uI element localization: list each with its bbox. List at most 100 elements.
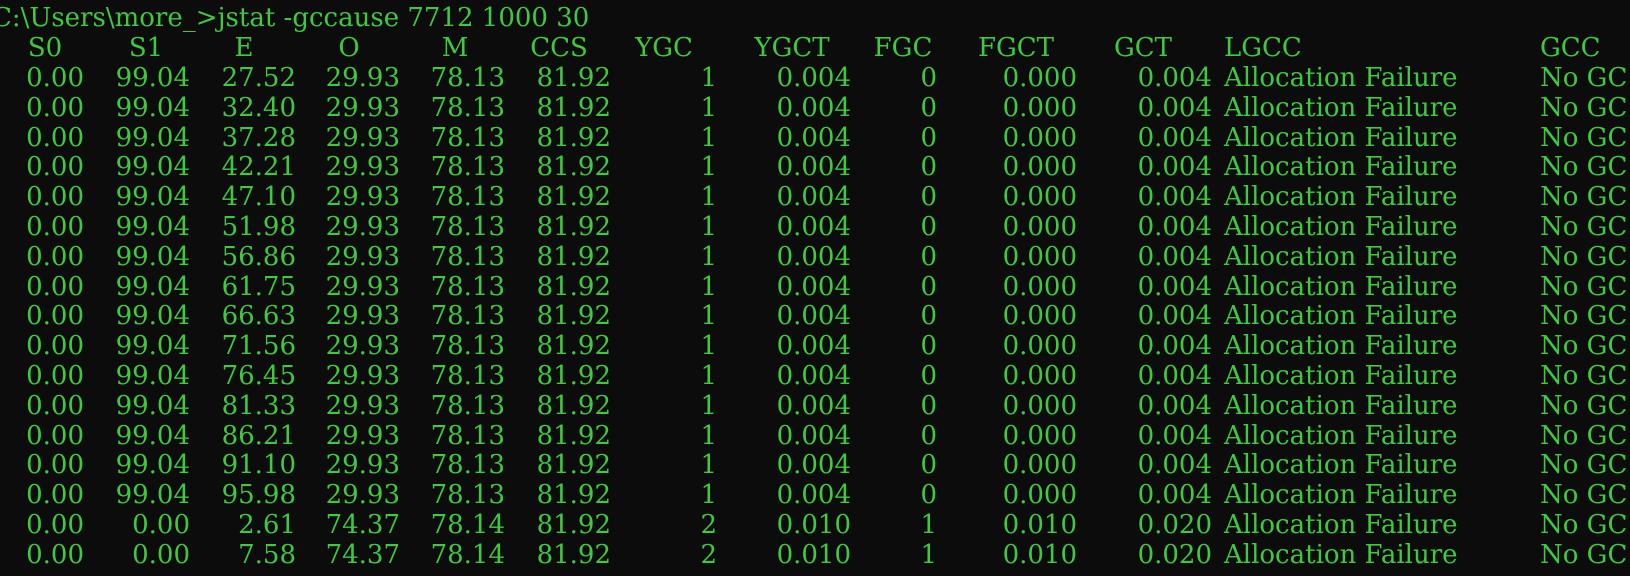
cell-s0: 0.00 bbox=[26, 539, 84, 570]
cell-s1: 99.04 bbox=[115, 241, 190, 272]
cell-fgct: 0.000 bbox=[1002, 301, 1077, 332]
cell-gcc: No GC bbox=[1540, 122, 1628, 153]
cell-ccs: 81.92 bbox=[536, 480, 611, 511]
cell-s0: 0.00 bbox=[26, 301, 84, 332]
cell-e: 32.40 bbox=[221, 92, 296, 123]
cell-s0: 0.00 bbox=[26, 480, 84, 511]
terminal-window[interactable]: C:\Users\more_>jstat -gccause 7712 1000 … bbox=[0, 0, 1630, 576]
cell-ccs: 81.92 bbox=[536, 510, 611, 540]
cell-e: 76.45 bbox=[221, 361, 296, 391]
cell-m: 78.13 bbox=[430, 92, 505, 123]
cell-e: 81.33 bbox=[221, 390, 296, 421]
cell-ygc: 1 bbox=[700, 301, 717, 332]
cell-o: 74.37 bbox=[325, 510, 400, 540]
cell-m: 78.13 bbox=[430, 480, 505, 511]
cell-o: 29.93 bbox=[325, 420, 400, 451]
cell-e: 47.10 bbox=[221, 182, 296, 213]
cell-lgcc: Allocation Failure bbox=[1224, 212, 1458, 242]
cell-ygc: 2 bbox=[700, 539, 717, 570]
cell-gct: 0.004 bbox=[1137, 361, 1212, 391]
cell-ccs: 81.92 bbox=[536, 122, 611, 153]
cell-s0: 0.00 bbox=[26, 122, 84, 153]
cell-s1: 99.04 bbox=[115, 301, 190, 332]
cell-s0: 0.00 bbox=[26, 241, 84, 272]
cell-ygct: 0.004 bbox=[776, 63, 851, 93]
cell-o: 29.93 bbox=[325, 152, 400, 183]
cell-gct: 0.004 bbox=[1137, 420, 1212, 451]
cell-s1: 99.04 bbox=[115, 63, 190, 93]
cell-ccs: 81.92 bbox=[536, 361, 611, 391]
cell-m: 78.13 bbox=[430, 450, 505, 481]
cell-e: 95.98 bbox=[221, 480, 296, 511]
cell-ygct: 0.004 bbox=[776, 92, 851, 123]
cell-m: 78.13 bbox=[430, 301, 505, 332]
cell-s1: 0.00 bbox=[132, 539, 190, 570]
cell-fgc: 0 bbox=[920, 331, 937, 362]
cell-ygct: 0.004 bbox=[776, 480, 851, 511]
cell-lgcc: Allocation Failure bbox=[1224, 420, 1458, 451]
cell-lgcc: Allocation Failure bbox=[1224, 390, 1458, 421]
cell-ccs: 81.92 bbox=[536, 182, 611, 213]
cell-m: 78.13 bbox=[430, 63, 505, 93]
cell-s0: 0.00 bbox=[26, 182, 84, 213]
cell-gcc: No GC bbox=[1540, 152, 1628, 183]
cell-ccs: 81.92 bbox=[536, 539, 611, 570]
column-header-gct: GCT bbox=[1113, 33, 1172, 63]
cell-e: 51.98 bbox=[221, 212, 296, 242]
cell-gcc: No GC bbox=[1540, 212, 1628, 242]
cell-ccs: 81.92 bbox=[536, 212, 611, 242]
cell-gct: 0.004 bbox=[1137, 271, 1212, 302]
cell-ygc: 1 bbox=[700, 480, 717, 511]
command-prompt-line: C:\Users\more_>jstat -gccause 7712 1000 … bbox=[0, 3, 590, 33]
cell-ygct: 0.004 bbox=[776, 182, 851, 213]
cell-ccs: 81.92 bbox=[536, 63, 611, 93]
cell-lgcc: Allocation Failure bbox=[1224, 122, 1458, 153]
cell-gct: 0.004 bbox=[1137, 63, 1212, 93]
cell-o: 29.93 bbox=[325, 271, 400, 302]
cell-fgct: 0.000 bbox=[1002, 241, 1077, 272]
column-header-s0: S0 bbox=[27, 33, 63, 63]
cell-s1: 99.04 bbox=[115, 92, 190, 123]
cell-m: 78.13 bbox=[430, 361, 505, 391]
cell-ccs: 81.92 bbox=[536, 331, 611, 362]
cell-ccs: 81.92 bbox=[536, 420, 611, 451]
cell-s1: 99.04 bbox=[115, 182, 190, 213]
cell-e: 2.61 bbox=[238, 510, 296, 540]
cell-gct: 0.004 bbox=[1137, 390, 1212, 421]
cell-ygct: 0.004 bbox=[776, 331, 851, 362]
cell-ygct: 0.010 bbox=[776, 510, 851, 540]
cell-lgcc: Allocation Failure bbox=[1224, 510, 1458, 540]
column-header-lgcc: LGCC bbox=[1224, 33, 1302, 63]
cell-fgc: 1 bbox=[920, 510, 937, 540]
cell-fgc: 0 bbox=[920, 480, 937, 511]
cell-s1: 99.04 bbox=[115, 420, 190, 451]
cell-e: 42.21 bbox=[221, 152, 296, 183]
cell-gcc: No GC bbox=[1540, 390, 1628, 421]
cell-ccs: 81.92 bbox=[536, 241, 611, 272]
cell-ccs: 81.92 bbox=[536, 271, 611, 302]
cell-m: 78.13 bbox=[430, 390, 505, 421]
cell-e: 56.86 bbox=[221, 241, 296, 272]
cell-ygc: 1 bbox=[700, 122, 717, 153]
cell-o: 29.93 bbox=[325, 241, 400, 272]
cell-gct: 0.004 bbox=[1137, 450, 1212, 481]
cell-fgct: 0.000 bbox=[1002, 212, 1077, 242]
cell-e: 27.52 bbox=[221, 63, 296, 93]
cell-fgct: 0.010 bbox=[1002, 510, 1077, 540]
cell-gct: 0.004 bbox=[1137, 480, 1212, 511]
cell-gcc: No GC bbox=[1540, 301, 1628, 332]
cell-gcc: No GC bbox=[1540, 361, 1628, 391]
cell-gcc: No GC bbox=[1540, 182, 1628, 213]
cell-ccs: 81.92 bbox=[536, 92, 611, 123]
cell-gct: 0.004 bbox=[1137, 241, 1212, 272]
cell-fgc: 0 bbox=[920, 390, 937, 421]
cell-gcc: No GC bbox=[1540, 92, 1628, 123]
cell-ygc: 2 bbox=[700, 510, 717, 540]
cell-ygct: 0.004 bbox=[776, 301, 851, 332]
column-header-ccs: CCS bbox=[530, 33, 588, 63]
cell-gct: 0.004 bbox=[1137, 152, 1212, 183]
cell-gcc: No GC bbox=[1540, 480, 1628, 511]
cell-fgct: 0.000 bbox=[1002, 331, 1077, 362]
cell-o: 29.93 bbox=[325, 301, 400, 332]
cell-lgcc: Allocation Failure bbox=[1224, 331, 1458, 362]
